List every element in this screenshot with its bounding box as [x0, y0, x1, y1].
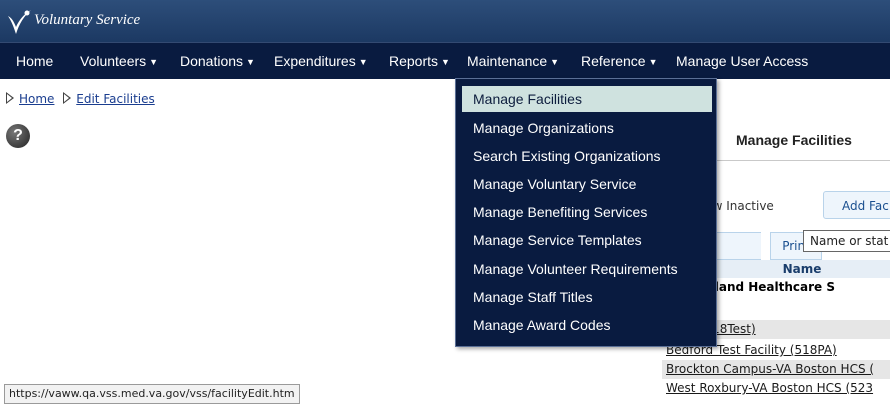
app-title: Voluntary Service	[34, 12, 141, 28]
chevron-down-icon: ▼	[648, 57, 658, 67]
help-icon[interactable]: ?	[6, 124, 30, 148]
main-nav: Home Volunteers ▼ Donations ▼ Expenditures…	[0, 42, 890, 79]
nav-manage-user-access[interactable]: Manage User Access	[676, 43, 808, 79]
breadcrumb-home-link[interactable]: Home	[19, 92, 54, 106]
chevron-down-icon: ▼	[149, 57, 159, 67]
breadcrumb-arrow-icon	[63, 92, 72, 104]
breadcrumb-arrow-icon	[6, 92, 14, 104]
menu-item-manage-voluntary-service[interactable]: Manage Voluntary Service	[462, 171, 712, 197]
nav-maintenance[interactable]: Maintenance ▼	[467, 43, 559, 79]
menu-item-manage-award-codes[interactable]: Manage Award Codes	[462, 312, 712, 338]
table-row: West Roxbury-VA Boston HCS (523	[662, 379, 890, 398]
menu-item-manage-volunteer-requirements[interactable]: Manage Volunteer Requirements	[462, 256, 712, 282]
chevron-down-icon: ▼	[441, 57, 450, 67]
menu-item-manage-organizations[interactable]: Manage Organizations	[462, 115, 712, 141]
status-bar-url: https://vaww.qa.vss.med.va.gov/vss/facil…	[4, 384, 300, 404]
panel-title: Manage Facilities	[736, 132, 852, 148]
facility-link[interactable]: Brockton Campus-VA Boston HCS (	[666, 362, 874, 376]
chevron-down-icon: ▼	[550, 57, 560, 67]
menu-item-manage-facilities[interactable]: Manage Facilities	[462, 86, 712, 112]
menu-item-manage-benefiting-services[interactable]: Manage Benefiting Services	[462, 199, 712, 225]
table-row: Brockton Campus-VA Boston HCS (	[662, 360, 890, 379]
va-logo-icon	[8, 10, 31, 34]
breadcrumb-current-link[interactable]: Edit Facilities	[76, 92, 154, 106]
menu-item-manage-staff-titles[interactable]: Manage Staff Titles	[462, 284, 712, 310]
app-title-bar: Voluntary Service	[0, 0, 890, 42]
nav-reports[interactable]: Reports ▼	[389, 43, 450, 79]
nav-home[interactable]: Home	[16, 43, 53, 79]
menu-item-manage-service-templates[interactable]: Manage Service Templates	[462, 227, 712, 253]
facility-link[interactable]: West Roxbury-VA Boston HCS (523	[666, 381, 873, 395]
filter-input[interactable]	[803, 230, 890, 252]
nav-donations[interactable]: Donations ▼	[180, 43, 255, 79]
maintenance-dropdown-menu: Manage Facilities Manage Organizations S…	[455, 78, 717, 347]
nav-volunteers[interactable]: Volunteers ▼	[80, 43, 158, 79]
breadcrumb: Home Edit Facilities	[6, 92, 155, 106]
add-facility-button[interactable]: Add Fac	[823, 191, 890, 219]
chevron-down-icon: ▼	[246, 57, 255, 67]
chevron-down-icon: ▼	[358, 57, 368, 67]
menu-item-search-existing-organizations[interactable]: Search Existing Organizations	[462, 143, 712, 169]
nav-expenditures[interactable]: Expenditures ▼	[274, 43, 368, 79]
nav-reference[interactable]: Reference ▼	[581, 43, 658, 79]
